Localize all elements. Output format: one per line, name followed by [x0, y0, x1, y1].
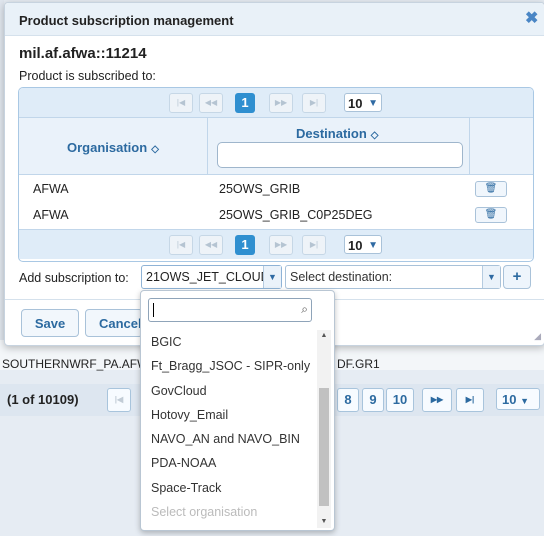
save-button[interactable]: Save	[21, 309, 79, 337]
background-first-page-button[interactable]: |◀	[107, 388, 131, 412]
background-last-page-button[interactable]: ▶|	[456, 388, 484, 412]
sort-icon: ◇	[151, 144, 159, 155]
background-next-page-button[interactable]: ▶▶	[422, 388, 452, 412]
page-size-value: 10	[348, 238, 363, 253]
last-page-button[interactable]: ▶|	[302, 235, 326, 255]
dropdown-search-input[interactable]: ⌕	[148, 298, 312, 322]
background-page-10-button[interactable]: 10	[386, 388, 414, 412]
destination-select[interactable]: Select destination: ▼	[285, 265, 501, 289]
page-size-value: 10	[348, 96, 363, 111]
dropdown-option[interactable]: NAVO_AN and NAVO_BIN	[141, 427, 317, 451]
cell-destination: 25OWS_GRIB	[219, 182, 301, 196]
sort-icon: ◇	[370, 130, 379, 141]
chevron-down-icon[interactable]: ▼	[263, 266, 281, 288]
trash-icon[interactable]: 🗑	[475, 207, 507, 223]
last-page-button[interactable]: ▶|	[302, 93, 326, 113]
cell-destination: 25OWS_GRIB_C0P25DEG	[219, 208, 373, 222]
background-page-8-button[interactable]: 8	[337, 388, 359, 412]
dropdown-scrollbar[interactable]: ▲ ▼	[317, 330, 331, 528]
table-pager-bottom: |◀ ◀◀ 1 ▶▶ ▶| 10 ▼	[19, 229, 533, 259]
chevron-down-icon: ▼	[368, 98, 378, 109]
text-caret	[153, 303, 154, 317]
scrollbar-thumb[interactable]	[319, 388, 329, 506]
background-page-9-button[interactable]: 9	[362, 388, 384, 412]
search-icon: ⌕	[301, 302, 308, 316]
dialog-titlebar: Product subscription management ✖	[5, 3, 544, 36]
dropdown-option[interactable]: Hotovy_Email	[141, 403, 317, 427]
organisation-dropdown: ⌕ BGIC Ft_Bragg_JSOC - SIPR-only GovClou…	[140, 290, 335, 531]
current-page-button[interactable]: 1	[235, 93, 255, 113]
cancel-button[interactable]: Cancel	[85, 309, 143, 337]
table-header: Organisation ◇ Destination ◇	[19, 118, 533, 175]
dropdown-option[interactable]: BGIC	[141, 330, 317, 354]
destination-select-placeholder: Select destination:	[290, 270, 393, 284]
dropdown-option[interactable]: GovCloud	[141, 379, 317, 403]
background-row-text-right: DF.GR1	[337, 357, 380, 371]
cell-organisation: AFWA	[33, 208, 69, 222]
product-id: mil.af.afwa::11214	[19, 45, 147, 62]
background-pager-count: (1 of 10109)	[7, 392, 79, 407]
table-row: AFWA 25OWS_GRIB_C0P25DEG 🗑	[19, 204, 533, 227]
background-page-size-value: 10	[502, 392, 517, 407]
chevron-down-icon: ▼	[368, 240, 378, 251]
trash-icon[interactable]: 🗑	[475, 181, 507, 197]
background-row-text: SOUTHERNWRF_PA.AFW	[2, 357, 149, 371]
organisation-select[interactable]: 21OWS_JET_CLOUD ▼	[141, 265, 282, 289]
table-row: AFWA 25OWS_GRIB 🗑	[19, 178, 533, 201]
subscriptions-table: |◀ ◀◀ 1 ▶▶ ▶| 10 ▼ Organisation ◇ Destinat…	[18, 87, 534, 262]
background-page-size-select[interactable]: 10 ▼	[496, 388, 540, 410]
scroll-down-icon[interactable]: ▼	[317, 516, 331, 528]
next-page-button[interactable]: ▶▶	[269, 93, 293, 113]
current-page-button[interactable]: 1	[235, 235, 255, 255]
dropdown-placeholder-option: Select organisation	[151, 505, 258, 520]
dropdown-option[interactable]: PDA-NOAA	[141, 451, 317, 475]
add-subscription-label: Add subscription to:	[19, 271, 129, 285]
prev-page-button[interactable]: ◀◀	[199, 235, 223, 255]
close-icon[interactable]: ✖	[525, 8, 538, 28]
resize-handle-icon[interactable]: ◢	[534, 331, 541, 342]
dropdown-option[interactable]: Ft_Bragg_JSOC - SIPR-only	[141, 354, 317, 378]
column-header-destination[interactable]: Destination ◇	[207, 118, 470, 174]
chevron-down-icon: ▼	[520, 396, 530, 406]
dialog-title: Product subscription management	[19, 13, 234, 28]
column-header-organisation[interactable]: Organisation ◇	[19, 118, 208, 174]
page-size-select[interactable]: 10 ▼	[344, 93, 382, 112]
dropdown-option[interactable]: Space-Track	[141, 476, 317, 500]
add-subscription-button[interactable]: +	[503, 265, 531, 289]
destination-filter-input[interactable]	[217, 142, 463, 168]
prev-page-button[interactable]: ◀◀	[199, 93, 223, 113]
scroll-up-icon[interactable]: ▲	[317, 330, 331, 342]
page-size-select[interactable]: 10 ▼	[344, 235, 382, 254]
first-page-button[interactable]: |◀	[169, 93, 193, 113]
chevron-down-icon[interactable]: ▼	[482, 266, 500, 288]
first-page-button[interactable]: |◀	[169, 235, 193, 255]
organisation-select-value: 21OWS_JET_CLOUD	[146, 270, 270, 284]
cell-organisation: AFWA	[33, 182, 69, 196]
next-page-button[interactable]: ▶▶	[269, 235, 293, 255]
column-label-destination: Destination	[296, 126, 367, 141]
subscribed-label: Product is subscribed to:	[19, 69, 156, 83]
column-label-organisation: Organisation	[67, 140, 148, 155]
table-pager-top: |◀ ◀◀ 1 ▶▶ ▶| 10 ▼	[19, 88, 533, 118]
dropdown-list: BGIC Ft_Bragg_JSOC - SIPR-only GovCloud …	[141, 330, 317, 524]
